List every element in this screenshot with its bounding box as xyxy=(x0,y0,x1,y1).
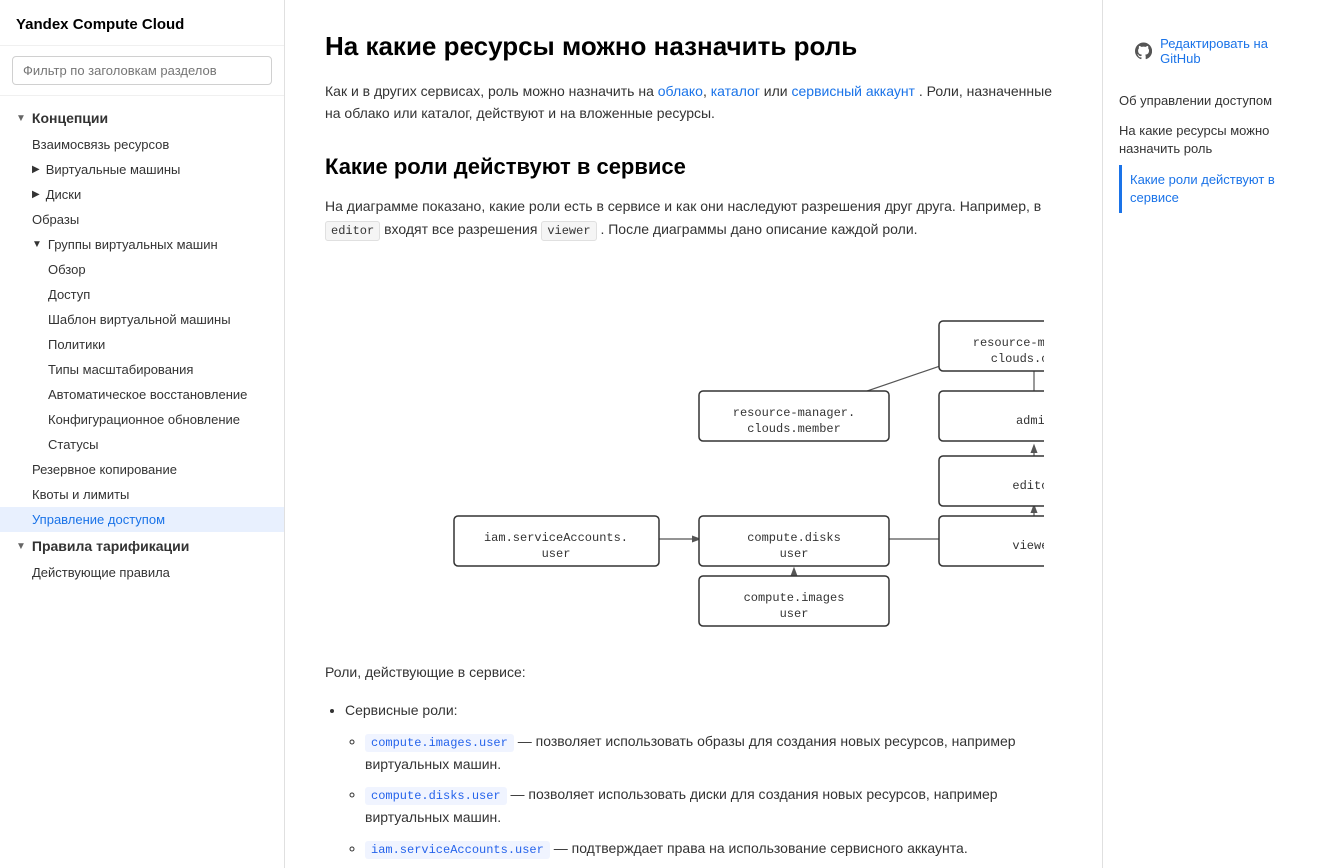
sidebar-nav: ▼ Концепции Взаимосвязь ресурсов ▶ Вирту… xyxy=(0,96,284,868)
toc-item-roles[interactable]: Какие роли действуют в сервисе xyxy=(1119,165,1306,213)
content-area: На какие ресурсы можно назначить роль Ка… xyxy=(325,0,1062,868)
github-edit-button[interactable]: Редактировать на GitHub xyxy=(1119,20,1306,66)
node-editor-text: editor xyxy=(1012,479,1044,493)
sidebar-item-access[interactable]: Управление доступом xyxy=(0,507,284,532)
viewer-code: viewer xyxy=(541,221,596,241)
role-code-compute-disks: compute.disks.user xyxy=(365,787,507,805)
node-admin-text: admin xyxy=(1015,414,1043,428)
sidebar-item-images[interactable]: Образы xyxy=(0,207,284,232)
section-concepts-label: Концепции xyxy=(32,110,108,126)
diagram-container: resource-manager. clouds.owner resource-… xyxy=(325,261,1062,641)
node-compute-disks-text2: user xyxy=(779,547,808,561)
github-icon xyxy=(1135,41,1152,61)
link-service-account[interactable]: сервисный аккаунт xyxy=(792,83,915,99)
sidebar-item-politiki[interactable]: Политики xyxy=(0,332,284,357)
chevron-down-icon: ▼ xyxy=(16,113,26,124)
sidebar-item-shablon[interactable]: Шаблон виртуальной машины xyxy=(0,307,284,332)
node-viewer-text: viewer xyxy=(1012,539,1044,553)
editor-code: editor xyxy=(325,221,380,241)
link-catalog[interactable]: каталог xyxy=(711,83,760,99)
node-rm-member-text2: clouds.member xyxy=(747,422,841,436)
sidebar-item-disks[interactable]: ▶ Диски xyxy=(0,182,284,207)
sidebar-item-rezerv[interactable]: Резервное копирование xyxy=(0,457,284,482)
node-iam-sa-text2: user xyxy=(541,547,570,561)
service-roles-sublist: compute.images.user — позволяет использо… xyxy=(345,730,1062,868)
sidebar-item-groups[interactable]: ▼ Группы виртуальных машин xyxy=(0,232,284,257)
role-item-compute-images: compute.images.user — позволяет использо… xyxy=(365,730,1062,776)
node-compute-disks-text1: compute.disks xyxy=(747,531,841,545)
chevron-down-icon: ▼ xyxy=(32,239,42,250)
toc-list: Об управлении доступом На какие ресурсы … xyxy=(1119,86,1306,213)
sidebar-item-avto[interactable]: Автоматическое восстановление xyxy=(0,382,284,407)
sidebar-item-masshtab[interactable]: Типы масштабирования xyxy=(0,357,284,382)
sidebar-item-statusy[interactable]: Статусы xyxy=(0,432,284,457)
intro-paragraph: Как и в других сервисах, роль можно назн… xyxy=(325,80,1062,125)
sidebar-logo: Yandex Compute Cloud xyxy=(0,0,284,46)
github-edit-label: Редактировать на GitHub xyxy=(1160,36,1290,66)
role-code-compute-images: compute.images.user xyxy=(365,734,514,752)
sidebar-filter-input[interactable] xyxy=(12,56,272,85)
link-cloud[interactable]: облако xyxy=(658,83,703,99)
sidebar-item-vm[interactable]: ▶ Виртуальные машины xyxy=(0,157,284,182)
page-title: На какие ресурсы можно назначить роль xyxy=(325,30,1062,64)
chevron-down-icon: ▼ xyxy=(16,541,26,552)
sidebar-filter-container xyxy=(0,46,284,96)
service-roles-item: Сервисные роли: compute.images.user — по… xyxy=(345,699,1062,868)
node-rm-owner-text1: resource-manager. xyxy=(972,336,1043,350)
node-iam-sa-text1: iam.serviceAccounts. xyxy=(483,531,627,545)
role-code-iam-sa: iam.serviceAccounts.user xyxy=(365,841,550,859)
section-concepts[interactable]: ▼ Концепции xyxy=(0,104,284,132)
node-compute-images-text1: compute.images xyxy=(743,591,844,605)
table-of-contents: Редактировать на GitHub Об управлении до… xyxy=(1102,0,1322,868)
chevron-right-icon: ▶ xyxy=(32,164,40,175)
section2-title: Какие роли действуют в сервисе xyxy=(325,153,1062,182)
toc-item-access[interactable]: Об управлении доступом xyxy=(1119,86,1306,116)
sidebar-item-vzaimosvyaz[interactable]: Взаимосвязь ресурсов xyxy=(0,132,284,157)
node-compute-images-text2: user xyxy=(779,607,808,621)
sidebar-item-konf[interactable]: Конфигурационное обновление xyxy=(0,407,284,432)
section-tarification[interactable]: ▼ Правила тарификации xyxy=(0,532,284,560)
sidebar-item-acting[interactable]: Действующие правила xyxy=(0,560,284,585)
node-rm-owner-text2: clouds.owner xyxy=(990,352,1043,366)
main-content: На какие ресурсы можно назначить роль Ка… xyxy=(285,0,1102,868)
toc-item-resources[interactable]: На какие ресурсы можно назначить роль xyxy=(1119,116,1306,164)
sidebar: Yandex Compute Cloud ▼ Концепции Взаимос… xyxy=(0,0,285,868)
logo-text: Yandex Compute Cloud xyxy=(16,16,184,33)
sidebar-item-obzor[interactable]: Обзор xyxy=(0,257,284,282)
node-rm-member-text1: resource-manager. xyxy=(732,406,854,420)
sidebar-item-kvoty[interactable]: Квоты и лимиты xyxy=(0,482,284,507)
role-item-iam-sa: iam.serviceAccounts.user — подтверждает … xyxy=(365,837,1062,868)
section-tarification-label: Правила тарификации xyxy=(32,538,189,554)
chevron-right-icon: ▶ xyxy=(32,189,40,200)
sidebar-item-dostup[interactable]: Доступ xyxy=(0,282,284,307)
diagram-desc: На диаграмме показано, какие роли есть в… xyxy=(325,195,1062,241)
role-item-compute-disks: compute.disks.user — позволяет использов… xyxy=(365,783,1062,829)
roles-acting-label: Роли, действующие в сервисе: xyxy=(325,661,1062,683)
roles-diagram: resource-manager. clouds.owner resource-… xyxy=(344,261,1044,641)
roles-list: Сервисные роли: compute.images.user — по… xyxy=(325,699,1062,868)
